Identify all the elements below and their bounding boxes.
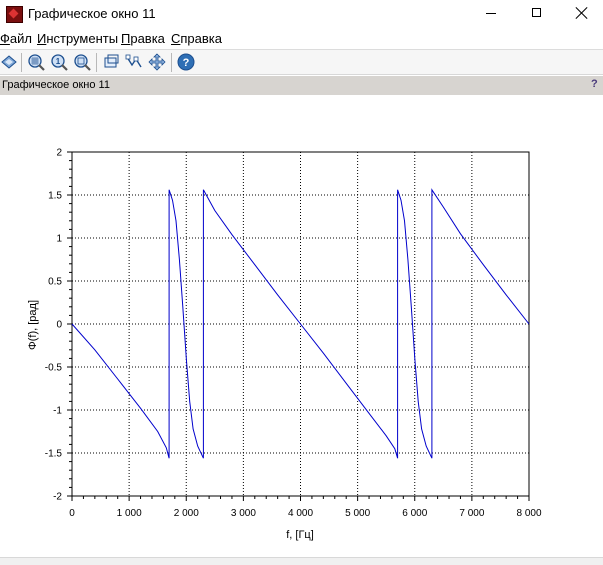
figure-info-bar: Графическое окно 11 ? [0, 76, 603, 95]
zoom-out-icon: 1 [51, 54, 68, 71]
menu-file[interactable]: Файл [0, 31, 32, 46]
menu-help[interactable]: Справка [171, 31, 222, 46]
x-tick-label: 4 000 [288, 508, 313, 519]
y-tick-label: -1.5 [45, 449, 63, 460]
y-tick-label: 1 [56, 234, 62, 245]
zoom-reset-button[interactable] [73, 53, 91, 71]
zoom-in-button[interactable] [27, 53, 45, 71]
figure-title: Графическое окно 11 [2, 79, 110, 91]
menu-bar: Файл Инструменты Правка Справка [0, 30, 603, 48]
x-tick-label: 3 000 [231, 508, 256, 519]
pan-button[interactable] [148, 53, 166, 71]
svg-text:?: ? [183, 57, 190, 69]
y-tick-label: 0 [56, 320, 62, 331]
help-button[interactable]: ? [177, 53, 195, 71]
minimize-button[interactable] [468, 0, 513, 28]
minor-ticks [69, 160, 519, 499]
maximize-button[interactable] [514, 0, 559, 28]
rotate-button[interactable] [0, 53, 18, 71]
toolbar-separator [171, 53, 172, 72]
svg-text:1: 1 [56, 57, 61, 66]
y-axis-label: Φ(f), [рад] [27, 300, 39, 350]
close-icon [575, 6, 589, 20]
x-tick-label: 2 000 [174, 508, 199, 519]
zoom-in-icon [28, 54, 45, 71]
y-tick-label: -1 [53, 406, 62, 417]
help-question-icon[interactable]: ? [591, 78, 598, 90]
minimize-icon [486, 13, 496, 14]
x-tick-label: 8 000 [516, 508, 541, 519]
menu-edit[interactable]: Правка [121, 31, 165, 46]
select-icon [104, 54, 119, 68]
x-tick-label: 5 000 [345, 508, 370, 519]
help-icon: ? [177, 53, 195, 71]
maximize-icon [532, 8, 541, 17]
y-tick-label: 2 [56, 148, 62, 159]
close-button[interactable] [558, 0, 603, 28]
phase-response-chart: 0 1 000 2 000 3 000 4 000 5 000 6 000 7 000 8 00… [27, 148, 542, 542]
toolbar: 1 ? [0, 49, 603, 75]
datatip-button[interactable] [125, 53, 143, 71]
select-button[interactable] [102, 53, 120, 71]
x-tick-label: 6 000 [402, 508, 427, 519]
x-tick-labels: 0 1 000 2 000 3 000 4 000 5 000 6 000 7 000 8 00… [69, 508, 542, 519]
datatip-icon [125, 54, 142, 68]
zoom-out-button[interactable]: 1 [50, 53, 68, 71]
scilab-app-icon [6, 6, 23, 23]
y-tick-label: -0.5 [45, 363, 63, 374]
menu-tools[interactable]: Инструменты [37, 31, 118, 46]
y-tick-label: 0.5 [48, 277, 62, 288]
zoom-reset-icon [74, 54, 91, 71]
x-tick-label: 1 000 [117, 508, 142, 519]
window-title: Графическое окно 11 [28, 6, 156, 21]
toolbar-separator [96, 53, 97, 72]
graphics-canvas[interactable]: 0 1 000 2 000 3 000 4 000 5 000 6 000 7 000 8 00… [0, 95, 603, 557]
status-bar [0, 557, 603, 565]
rotate-icon [1, 55, 17, 69]
toolbar-separator [21, 53, 22, 72]
major-ticks [67, 151, 530, 501]
x-tick-label: 7 000 [459, 508, 484, 519]
pan-icon [148, 53, 166, 71]
x-axis-label: f, [Гц] [286, 529, 314, 541]
y-tick-label: -2 [53, 492, 62, 503]
title-bar: Графическое окно 11 [0, 0, 603, 28]
y-tick-labels: -2 -1.5 -1 -0.5 0 0.5 1 1.5 2 [45, 148, 63, 503]
x-tick-label: 0 [69, 508, 75, 519]
y-tick-label: 1.5 [48, 191, 62, 202]
